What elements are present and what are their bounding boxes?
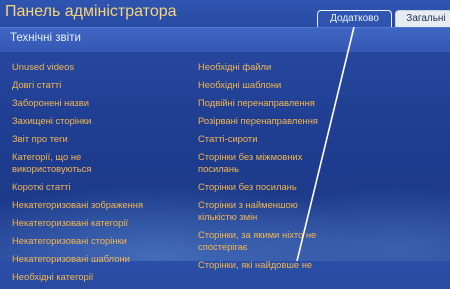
link-orphaned-articles[interactable]: Статті-сироти [198,133,338,145]
page-title: Панель адміністратора [5,3,177,20]
link-protected-pages[interactable]: Захищені сторінки [12,115,187,127]
link-unused-videos[interactable]: Unused videos [12,61,187,73]
link-wanted-categories[interactable]: Необхідні категорії [12,271,187,283]
link-wanted-files[interactable]: Необхідні файли [198,61,338,73]
link-pages-without-interlanguage[interactable]: Сторінки без міжмовних посилань [198,151,338,175]
reports-column-left: Unused videos Довгі статті Заборонені на… [12,61,187,289]
link-uncategorized-pages[interactable]: Некатегоризовані сторінки [12,235,187,247]
reports-column-right: Необхідні файли Необхідні шаблони Подвій… [198,61,338,277]
tab-additional[interactable]: Додатково [317,10,392,27]
link-double-redirects[interactable]: Подвійні перенаправлення [198,97,338,109]
link-short-articles[interactable]: Короткі статті [12,181,187,193]
section-header: Технічні звіти [0,27,450,52]
link-forbidden-titles[interactable]: Заборонені назви [12,97,187,109]
link-uncategorized-templates[interactable]: Некатегоризовані шаблони [12,253,187,265]
link-broken-redirects[interactable]: Розірвані перенаправлення [198,115,338,127]
link-unused-categories[interactable]: Категорії, що не використовуються [12,151,132,175]
link-wanted-templates[interactable]: Необхідні шаблони [198,79,338,91]
link-dead-end-pages[interactable]: Сторінки без посилань [198,181,338,193]
link-unwatched-pages[interactable]: Сторінки, за якими ніхто не спостерігає [198,229,338,253]
section-title: Технічні звіти [10,32,81,44]
tab-general[interactable]: Загальні [395,10,450,27]
link-long-articles[interactable]: Довгі статті [12,79,187,91]
link-uncategorized-categories[interactable]: Некатегоризовані категорії [12,217,187,229]
link-fewest-revisions[interactable]: Сторінки з найменшою кількістю змін [198,199,338,223]
link-uncategorized-images[interactable]: Некатегоризовані зображення [12,199,187,211]
link-tags-report[interactable]: Звіт про теги [12,133,187,145]
